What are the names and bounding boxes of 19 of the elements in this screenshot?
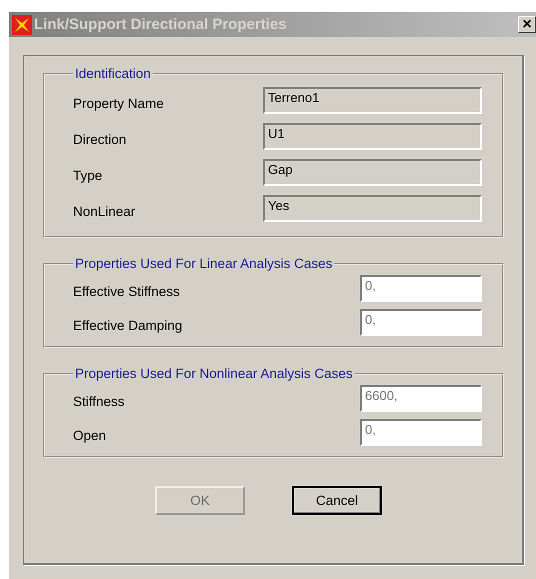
field-label: Open — [73, 427, 106, 443]
readonly-field[interactable]: Gap — [263, 159, 482, 186]
dialog-button[interactable]: Cancel — [292, 486, 382, 515]
readonly-field[interactable]: U1 — [263, 123, 482, 150]
field-label: Stiffness — [73, 393, 125, 409]
field-label: Property Name — [73, 95, 164, 111]
field-label: Direction — [73, 131, 126, 147]
group-title: Properties Used For Nonlinear Analysis Cases — [74, 366, 354, 381]
readonly-field[interactable]: Terreno1 — [263, 87, 482, 114]
field-label: NonLinear — [73, 203, 136, 219]
window-title: Link/Support Directional Properties — [34, 16, 288, 33]
field-label: Effective Damping — [73, 317, 182, 333]
group-title: Properties Used For Linear Analysis Cases — [74, 256, 334, 271]
readonly-field[interactable]: Yes — [263, 195, 482, 222]
group-title: Identification — [74, 66, 152, 81]
field-label: Type — [73, 167, 102, 183]
field-label: Effective Stiffness — [73, 283, 180, 299]
app-logo-icon — [12, 14, 32, 34]
close-button[interactable]: × — [518, 16, 536, 33]
